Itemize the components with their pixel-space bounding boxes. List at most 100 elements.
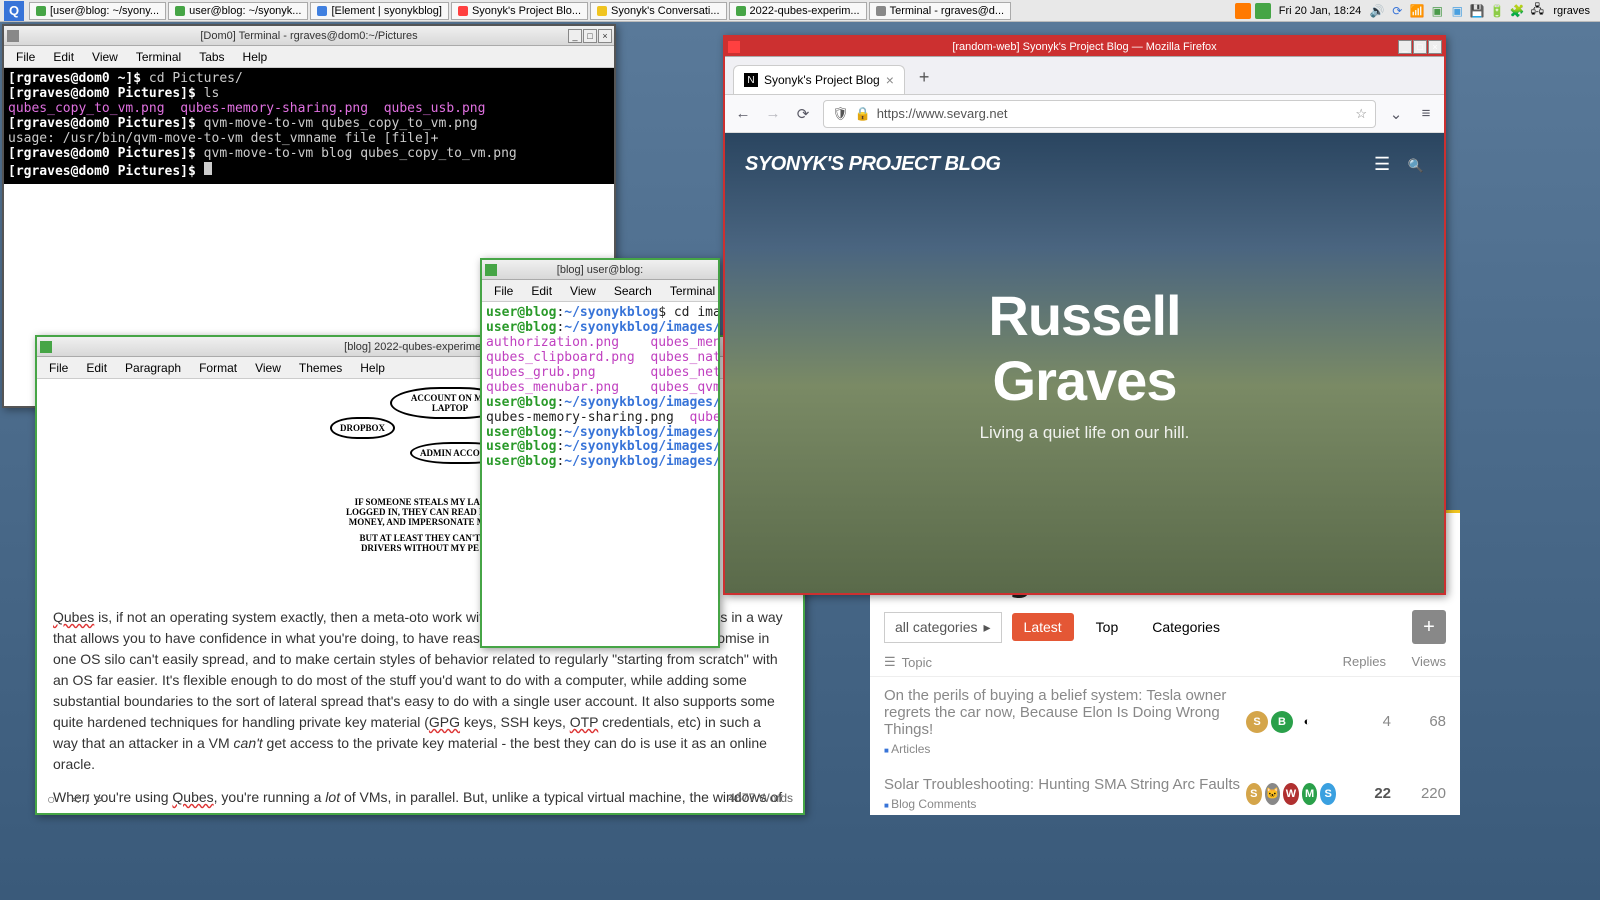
vm-color-icon — [40, 341, 52, 353]
vm-color-icon — [317, 6, 327, 16]
lock-icon: 🔒 — [855, 106, 871, 122]
search-icon[interactable]: 🔍 — [1408, 158, 1424, 174]
avatar[interactable]: W — [1283, 783, 1299, 805]
topic-list-header: ☰Topic Replies Views — [870, 644, 1460, 677]
menu-item[interactable]: Paragraph — [117, 359, 189, 377]
hamburger-icon[interactable] — [1374, 154, 1404, 175]
close-button[interactable]: × — [598, 29, 612, 43]
cube-icon[interactable]: ▣ — [1449, 3, 1465, 19]
menu-item[interactable]: Tabs — [191, 48, 232, 66]
topic-category[interactable]: Blog Comments — [884, 797, 1246, 811]
list-icon[interactable]: ☰ — [884, 654, 896, 670]
reload-button[interactable]: ⟳ — [793, 105, 813, 123]
topic-avatars: SB◐ — [1246, 711, 1336, 733]
minimize-button[interactable]: _ — [1398, 40, 1412, 54]
topic-views: 68 — [1391, 713, 1446, 730]
taskbar-item[interactable]: [user@blog: ~/syony... — [29, 2, 166, 20]
username[interactable]: rgraves — [1549, 5, 1594, 17]
tab-categories[interactable]: Categories — [1140, 613, 1232, 641]
taskbar-item[interactable]: 2022-qubes-experim... — [729, 2, 867, 20]
new-topic-button[interactable]: + — [1412, 610, 1446, 644]
cube-icon[interactable]: ▣ — [1429, 3, 1445, 19]
menu-item[interactable]: Format — [191, 359, 245, 377]
topic-category[interactable]: Articles — [884, 742, 1246, 756]
shield-icon[interactable]: 🛡 — [832, 106, 849, 122]
bookmark-star-icon[interactable]: ☆ — [1355, 106, 1367, 122]
titlebar[interactable]: [blog] user@blog: — [482, 260, 718, 280]
menubar[interactable]: FileEditViewTerminalTabsHelp — [4, 46, 614, 68]
bars-icon[interactable]: 📶 — [1409, 3, 1425, 19]
status-icons[interactable]: ○ </> — [47, 791, 110, 807]
tray-icon[interactable] — [1255, 3, 1271, 19]
menu-item[interactable]: Themes — [291, 359, 350, 377]
browser-tab[interactable]: N Syonyk's Project Blog × — [733, 65, 905, 94]
forward-button[interactable]: → — [763, 105, 783, 122]
menu-item[interactable]: Edit — [523, 282, 560, 300]
terminal-body[interactable]: user@blog:~/syonykblog$ cd images user@b… — [482, 302, 718, 646]
menu-item[interactable]: View — [562, 282, 604, 300]
vm-color-icon — [485, 264, 497, 276]
avatar[interactable]: M — [1302, 783, 1318, 805]
url-bar[interactable]: 🛡 🔒 https://www.sevarg.net ☆ — [823, 100, 1376, 128]
maximize-button[interactable]: □ — [583, 29, 597, 43]
pocket-icon[interactable]: ⌄ — [1386, 105, 1406, 123]
menu-item[interactable]: Terminal — [128, 48, 189, 66]
topic-title[interactable]: On the perils of buying a belief system:… — [884, 687, 1246, 738]
minimize-button[interactable]: _ — [568, 29, 582, 43]
menu-item[interactable]: View — [84, 48, 126, 66]
menu-item[interactable]: View — [247, 359, 289, 377]
volume-icon[interactable]: 🔊 — [1369, 3, 1385, 19]
app-menu-button[interactable]: ≡ — [1416, 105, 1436, 122]
menu-item[interactable]: File — [486, 282, 521, 300]
qubes-menu-icon[interactable]: Q — [4, 1, 24, 21]
terminal-body[interactable]: [rgraves@dom0 ~]$ cd Pictures/ [rgraves@… — [4, 68, 614, 184]
back-button[interactable]: ← — [733, 105, 753, 122]
taskbar-item[interactable]: user@blog: ~/syonyk... — [168, 2, 308, 20]
close-button[interactable]: × — [1428, 40, 1442, 54]
chevron-right-icon: ▸ — [984, 619, 991, 636]
maximize-button[interactable]: □ — [1413, 40, 1427, 54]
taskbar-item[interactable]: [Element | syonykblog] — [310, 2, 448, 20]
tab-latest[interactable]: Latest — [1012, 613, 1074, 641]
menu-item[interactable]: Edit — [45, 48, 82, 66]
menubar[interactable]: FileEditViewSearchTerminalHelp — [482, 280, 718, 302]
menu-item[interactable]: Terminal — [662, 282, 723, 300]
topic-title[interactable]: Solar Troubleshooting: Hunting SMA Strin… — [884, 776, 1246, 793]
sync-icon[interactable]: ⟳ — [1389, 3, 1405, 19]
tray-icon[interactable] — [1235, 3, 1251, 19]
taskbar-item[interactable]: Syonyk's Conversati... — [590, 2, 726, 20]
menu-item[interactable]: Search — [606, 282, 660, 300]
window-title: [random-web] Syonyk's Project Blog — Moz… — [952, 41, 1216, 53]
taskbar-item[interactable]: Syonyk's Project Blo... — [451, 2, 588, 20]
hero-tagline: Living a quiet life on our hill. — [905, 423, 1265, 443]
new-tab-button[interactable]: + — [909, 61, 940, 94]
battery-icon[interactable]: 🔋 — [1489, 3, 1505, 19]
tab-title: Syonyk's Project Blog — [764, 73, 880, 87]
avatar[interactable]: S — [1246, 711, 1268, 733]
close-tab-button[interactable]: × — [886, 72, 894, 88]
category-filter[interactable]: all categories▸ — [884, 612, 1002, 643]
browser-toolbar: ← → ⟳ 🛡 🔒 https://www.sevarg.net ☆ ⌄ ≡ — [725, 95, 1444, 133]
tab-top[interactable]: Top — [1084, 613, 1131, 641]
topic-row[interactable]: Solar Troubleshooting: Hunting SMA Strin… — [870, 766, 1460, 821]
disk-icon[interactable]: 💾 — [1469, 3, 1485, 19]
avatar[interactable]: S — [1246, 783, 1262, 805]
menu-item[interactable]: Help — [235, 48, 276, 66]
topic-row[interactable]: On the perils of buying a belief system:… — [870, 677, 1460, 766]
site-title[interactable]: SYONYK'S PROJECT BLOG — [745, 153, 1000, 176]
puzzle-icon[interactable]: 🧩 — [1509, 3, 1525, 19]
avatar[interactable]: ◐ — [1296, 711, 1318, 733]
clock[interactable]: Fri 20 Jan, 18:24 — [1275, 5, 1366, 17]
menu-item[interactable]: File — [41, 359, 76, 377]
avatar[interactable]: B — [1271, 711, 1293, 733]
avatar[interactable]: 🐱 — [1265, 783, 1281, 805]
taskbar-item[interactable]: Terminal - rgraves@d... — [869, 2, 1011, 20]
avatar[interactable]: S — [1320, 783, 1336, 805]
network-icon[interactable]: 🖧 — [1529, 3, 1545, 19]
titlebar[interactable]: [Dom0] Terminal - rgraves@dom0:~/Picture… — [4, 26, 614, 46]
taskbar-left: Q [user@blog: ~/syony...user@blog: ~/syo… — [0, 1, 1235, 21]
menu-item[interactable]: Edit — [78, 359, 115, 377]
menu-item[interactable]: File — [8, 48, 43, 66]
menu-item[interactable]: Help — [352, 359, 393, 377]
titlebar[interactable]: [random-web] Syonyk's Project Blog — Moz… — [725, 37, 1444, 57]
